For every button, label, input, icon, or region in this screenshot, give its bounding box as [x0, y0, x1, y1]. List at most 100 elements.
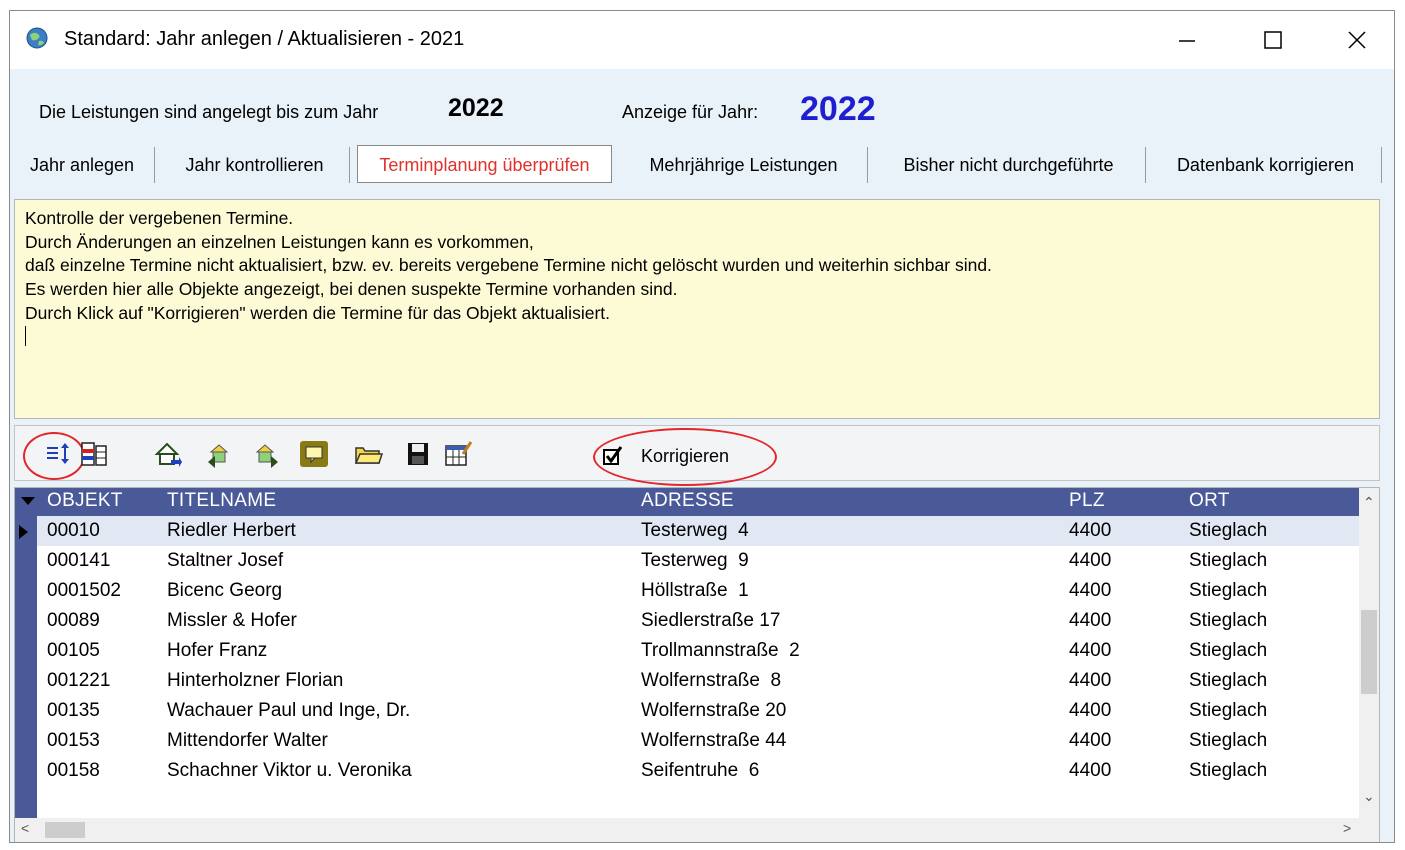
table-row[interactable]: 000141 Staltner Josef Testerweg 9 4400 S…	[37, 546, 1359, 576]
cell-ort: Stieglach	[1189, 610, 1268, 631]
prev-record-icon[interactable]	[205, 440, 235, 468]
tab-mehrjaehrige-leistungen[interactable]: Mehrjährige Leistungen	[620, 147, 868, 183]
table-row[interactable]: 00010 Riedler Herbert Testerweg 4 4400 S…	[19, 516, 1359, 546]
table-row[interactable]: 00153 Mittendorfer Walter Wolfernstraße …	[37, 726, 1359, 756]
description-line: daß einzelne Termine nicht aktualisiert,…	[25, 255, 992, 276]
horizontal-scroll-thumb[interactable]	[45, 822, 85, 838]
column-header-ort[interactable]: ORT	[1189, 490, 1230, 512]
description-line: Durch Änderungen an einzelnen Leistungen…	[25, 231, 534, 252]
tab-terminplanung-ueberpruefen[interactable]: Terminplanung überprüfen	[357, 145, 612, 183]
cell-ort: Stieglach	[1189, 580, 1268, 601]
close-button[interactable]	[1322, 19, 1392, 61]
scroll-down-icon[interactable]: ⌄	[1363, 788, 1375, 805]
cell-ort: Stieglach	[1189, 520, 1268, 541]
toolbar: Korrigieren	[14, 425, 1380, 486]
cell-ort: Stieglach	[1189, 640, 1268, 661]
text-cursor	[25, 325, 26, 346]
sort-icon[interactable]	[43, 440, 73, 468]
tab-datenbank-korrigieren[interactable]: Datenbank korrigieren	[1150, 147, 1382, 183]
cell-objekt: 001221	[47, 670, 111, 691]
cell-plz: 4400	[1069, 610, 1112, 631]
column-header-adresse[interactable]: ADRESSE	[641, 490, 734, 512]
scroll-left-icon[interactable]: <	[21, 820, 29, 836]
horizontal-scrollbar[interactable]: < >	[15, 818, 1379, 842]
grid-header: OBJEKT TITELNAME ADRESSE PLZ ORT	[21, 488, 1359, 516]
cell-plz: 4400	[1069, 640, 1112, 661]
window-title: Standard: Jahr anlegen / Aktualisieren -…	[64, 28, 465, 50]
column-header-objekt[interactable]: OBJEKT	[47, 490, 123, 512]
vertical-scroll-thumb[interactable]	[1361, 610, 1377, 694]
scroll-right-icon[interactable]: >	[1343, 820, 1351, 836]
cell-adresse: Testerweg 4	[641, 520, 749, 541]
table-row[interactable]: 00089 Missler & Hofer Siedlerstraße 17 4…	[37, 606, 1359, 636]
cell-plz: 4400	[1069, 700, 1112, 721]
table-row[interactable]: 0001502 Bicenc Georg Höllstraße 1 4400 S…	[37, 576, 1359, 606]
open-folder-icon[interactable]	[353, 440, 383, 468]
columns-icon[interactable]	[79, 440, 109, 468]
description-textarea[interactable]: Kontrolle der vergebenen Termine. Durch …	[14, 199, 1380, 419]
current-row-pointer-icon	[19, 525, 28, 539]
cell-plz: 4400	[1069, 670, 1112, 691]
cell-plz: 4400	[1069, 550, 1112, 571]
minimize-icon	[1179, 40, 1195, 42]
app-globe-icon	[26, 27, 48, 49]
cell-objekt: 00105	[47, 640, 100, 661]
cell-adresse: Trollmannstraße 2	[641, 640, 800, 661]
table-row[interactable]: 00105 Hofer Franz Trollmannstraße 2 4400…	[37, 636, 1359, 666]
cell-adresse: Wolfernstraße 44	[641, 730, 787, 751]
column-header-titelname[interactable]: TITELNAME	[167, 490, 276, 512]
table-row[interactable]: 001221 Hinterholzner Florian Wolfernstra…	[37, 666, 1359, 696]
cell-objekt: 00153	[47, 730, 100, 751]
cell-titelname: Bicenc Georg	[167, 580, 283, 601]
cell-plz: 4400	[1069, 730, 1112, 751]
cell-plz: 4400	[1069, 580, 1112, 601]
tab-jahr-kontrollieren[interactable]: Jahr kontrollieren	[160, 147, 350, 183]
table-row[interactable]: 00135 Wachauer Paul und Inge, Dr. Wolfer…	[37, 696, 1359, 726]
cell-titelname: Riedler Herbert	[167, 520, 296, 541]
table-row[interactable]: 00158 Schachner Viktor u. Veronika Seife…	[37, 756, 1359, 786]
cell-adresse: Siedlerstraße 17	[641, 610, 781, 631]
korrigieren-button[interactable]: Korrigieren	[641, 446, 729, 467]
display-year-value[interactable]: 2022	[800, 90, 876, 129]
description-line: Es werden hier alle Objekte angezeigt, b…	[25, 279, 678, 300]
cell-objekt: 00158	[47, 760, 100, 781]
scroll-up-icon[interactable]: ⌃	[1363, 494, 1375, 511]
korrigieren-check-icon[interactable]	[603, 446, 623, 466]
created-until-label: Die Leistungen sind angelegt bis zum Jah…	[39, 102, 379, 122]
app-window: Standard: Jahr anlegen / Aktualisieren -…	[9, 10, 1395, 843]
cell-titelname: Schachner Viktor u. Veronika	[167, 760, 412, 781]
grid-rows: 00010 Riedler Herbert Testerweg 4 4400 S…	[19, 516, 1359, 786]
title-bar: Standard: Jahr anlegen / Aktualisieren -…	[10, 11, 1394, 69]
cell-titelname: Mittendorfer Walter	[167, 730, 328, 751]
cell-adresse: Wolfernstraße 8	[641, 670, 782, 691]
minimize-button[interactable]	[1152, 19, 1222, 61]
created-until-year: 2022	[448, 94, 504, 122]
cell-titelname: Hofer Franz	[167, 640, 268, 661]
display-year-label: Anzeige für Jahr:	[622, 102, 759, 122]
edit-table-icon[interactable]	[443, 440, 473, 468]
next-record-icon[interactable]	[251, 440, 281, 468]
save-icon[interactable]	[403, 440, 433, 468]
comment-icon[interactable]	[299, 440, 329, 468]
cell-ort: Stieglach	[1189, 760, 1268, 781]
tab-jahr-anlegen[interactable]: Jahr anlegen	[10, 147, 155, 183]
cell-objekt: 00010	[47, 520, 100, 541]
maximize-button[interactable]	[1238, 19, 1308, 61]
column-header-plz[interactable]: PLZ	[1069, 490, 1105, 512]
vertical-scrollbar[interactable]: ⌃ ⌄	[1359, 488, 1379, 818]
tab-bar: Jahr anlegen Jahr kontrollieren Terminpl…	[10, 145, 1394, 187]
cell-titelname: Wachauer Paul und Inge, Dr.	[167, 700, 411, 721]
close-icon	[1348, 31, 1366, 49]
cell-plz: 4400	[1069, 760, 1112, 781]
cell-titelname: Missler & Hofer	[167, 610, 297, 631]
cell-titelname: Hinterholzner Florian	[167, 670, 344, 691]
objects-grid: OBJEKT TITELNAME ADRESSE PLZ ORT 00010 R…	[14, 487, 1380, 842]
cell-adresse: Wolfernstraße 20	[641, 700, 787, 721]
description-line: Durch Klick auf "Korrigieren" werden die…	[25, 302, 610, 323]
home-icon[interactable]	[153, 440, 183, 468]
cell-adresse: Höllstraße 1	[641, 580, 749, 601]
sort-desc-icon	[21, 497, 35, 505]
maximize-icon	[1264, 31, 1282, 49]
cell-titelname: Staltner Josef	[167, 550, 284, 571]
tab-bisher-nicht-durchgefuehrte[interactable]: Bisher nicht durchgeführte	[872, 147, 1146, 183]
